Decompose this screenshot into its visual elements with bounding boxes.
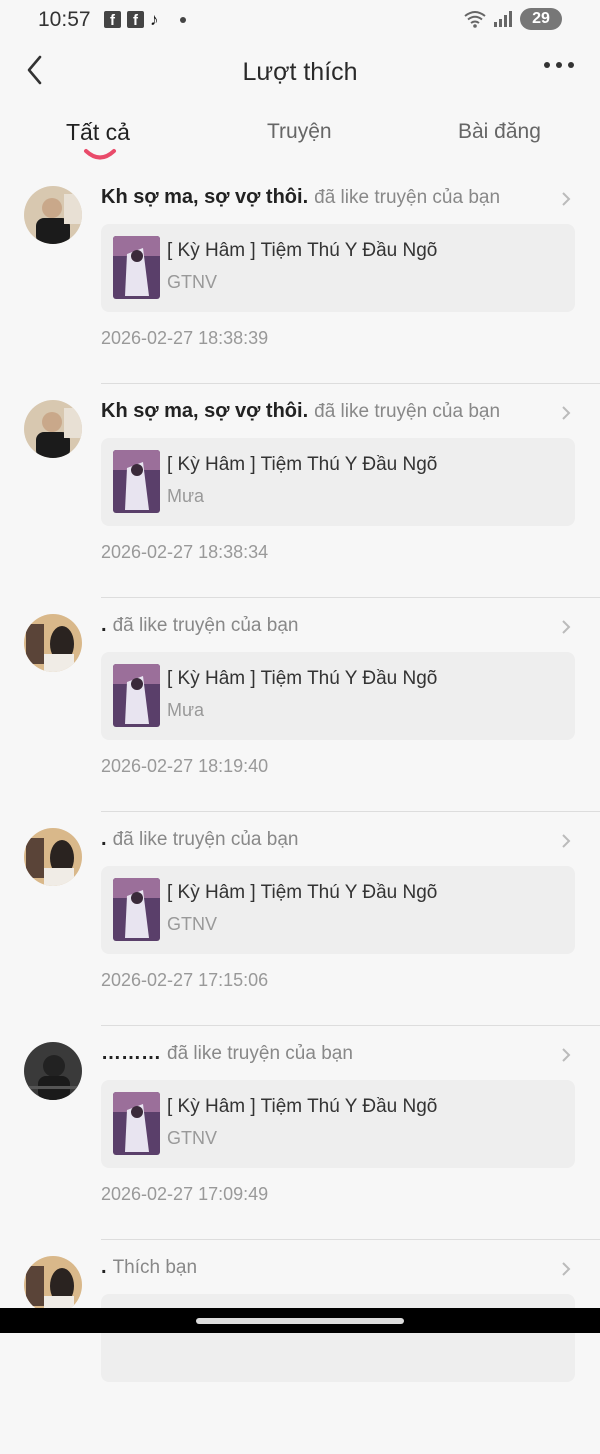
story-author: GTNV (167, 1128, 218, 1148)
tiktok-icon: ♪ (150, 10, 159, 29)
story-title: [ Kỳ Hâm ] Tiệm Thú Y Đầu Ngõ (167, 882, 438, 903)
avatar[interactable] (24, 614, 82, 672)
more-notifications-dot-icon (180, 16, 186, 23)
username[interactable]: . (101, 828, 107, 850)
action-text: đã like truyện của bạn (112, 829, 299, 850)
dot-icon (544, 62, 550, 68)
signal-icon (494, 11, 512, 27)
tab-stories[interactable]: Truyện (267, 120, 332, 144)
action-text: Thích bạn (112, 1257, 198, 1278)
notification-header: . đã like truyện của bạn (101, 614, 560, 637)
story-card[interactable]: [ Kỳ Hâm ] Tiệm Thú Y Đầu Ngõ GTNV (101, 224, 575, 312)
wifi-icon (464, 11, 486, 28)
dot-icon (556, 62, 562, 68)
username[interactable]: . (101, 614, 107, 636)
story-title: [ Kỳ Hâm ] Tiệm Thú Y Đầu Ngõ (167, 1096, 438, 1117)
system-icons: 29 (464, 8, 562, 30)
like-notification[interactable]: . Thích bạn (0, 1240, 600, 1454)
story-card[interactable]: [ Kỳ Hâm ] Tiệm Thú Y Đầu Ngõ Mưa (101, 438, 575, 526)
story-cover-image (113, 1092, 160, 1155)
like-notification[interactable]: Kh sợ ma, sợ vợ thôi. đã like truyện của … (0, 170, 600, 384)
action-text: đã like truyện của bạn (112, 615, 299, 636)
avatar[interactable] (24, 400, 82, 458)
story-card[interactable]: [ Kỳ Hâm ] Tiệm Thú Y Đầu Ngõ Mưa (101, 652, 575, 740)
notification-header: . Thích bạn (101, 1256, 560, 1279)
story-card[interactable]: [ Kỳ Hâm ] Tiệm Thú Y Đầu Ngõ GTNV (101, 1080, 575, 1168)
navigation-bar (0, 1308, 600, 1333)
like-notification[interactable]: . đã like truyện của bạn [ Kỳ Hâm ] Tiệm … (0, 812, 600, 1026)
timestamp: 2026-02-27 17:15:06 (101, 970, 269, 990)
story-cover-image (113, 664, 160, 727)
notification-header: ……… đã like truyện của bạn (101, 1042, 560, 1065)
header: Lượt thích (0, 40, 600, 104)
facebook-icon: f (127, 11, 144, 29)
notification-header: . đã like truyện của bạn (101, 828, 560, 851)
chevron-right-icon[interactable] (560, 190, 572, 208)
dot-icon (568, 62, 574, 68)
avatar[interactable] (24, 186, 82, 244)
facebook-icon: f (104, 11, 121, 29)
tab-posts[interactable]: Bài đăng (458, 120, 541, 144)
timestamp: 2026-02-27 18:38:39 (101, 328, 269, 348)
story-cover-image (113, 236, 160, 299)
notification-header: Kh sợ ma, sợ vợ thôi. đã like truyện của … (101, 400, 560, 423)
battery-icon: 29 (520, 8, 562, 30)
story-author: GTNV (167, 914, 218, 934)
action-text: đã like truyện của bạn (314, 187, 501, 208)
notification-icons: f f ♪ (104, 10, 186, 29)
tab-bar: Tất cả Truyện Bài đăng (0, 104, 600, 170)
avatar[interactable] (24, 1256, 82, 1314)
tab-all[interactable]: Tất cả (66, 119, 130, 146)
chevron-right-icon[interactable] (560, 404, 572, 422)
likes-list: Kh sợ ma, sợ vợ thôi. đã like truyện của … (0, 170, 600, 1454)
active-tab-indicator (84, 149, 116, 160)
avatar[interactable] (24, 828, 82, 886)
story-author: GTNV (167, 272, 218, 292)
notification-header: Kh sợ ma, sợ vợ thôi. đã like truyện của … (101, 186, 560, 209)
more-options-button[interactable] (544, 62, 574, 68)
timestamp: 2026-02-27 18:38:34 (101, 542, 269, 562)
action-text: đã like truyện của bạn (314, 401, 501, 422)
status-bar: 10:57 f f ♪ 29 (0, 0, 600, 40)
timestamp: 2026-02-27 17:09:49 (101, 1184, 269, 1204)
chevron-right-icon[interactable] (560, 832, 572, 850)
chevron-right-icon[interactable] (560, 1046, 572, 1064)
story-author: Mưa (167, 700, 205, 720)
chevron-right-icon[interactable] (560, 1260, 572, 1278)
username[interactable]: Kh sợ ma, sợ vợ thôi. (101, 400, 308, 422)
page-title: Lượt thích (242, 58, 358, 86)
username[interactable]: Kh sợ ma, sợ vợ thôi. (101, 186, 308, 208)
story-author: Mưa (167, 486, 205, 506)
like-notification[interactable]: ……… đã like truyện của bạn [ Kỳ Hâm ] Tiệ… (0, 1026, 600, 1240)
story-cover-image (113, 450, 160, 513)
status-time: 10:57 (38, 8, 91, 31)
chevron-right-icon[interactable] (560, 618, 572, 636)
avatar[interactable] (24, 1042, 82, 1100)
home-indicator[interactable] (196, 1318, 404, 1324)
timestamp: 2026-02-27 18:19:40 (101, 756, 269, 776)
like-notification[interactable]: Kh sợ ma, sợ vợ thôi. đã like truyện của … (0, 384, 600, 598)
story-title: [ Kỳ Hâm ] Tiệm Thú Y Đầu Ngõ (167, 240, 438, 261)
like-notification[interactable]: . đã like truyện của bạn [ Kỳ Hâm ] Tiệm … (0, 598, 600, 812)
username[interactable]: . (101, 1256, 107, 1278)
story-card[interactable]: [ Kỳ Hâm ] Tiệm Thú Y Đầu Ngõ GTNV (101, 866, 575, 954)
story-title: [ Kỳ Hâm ] Tiệm Thú Y Đầu Ngõ (167, 668, 438, 689)
username[interactable]: ……… (101, 1042, 161, 1064)
story-title: [ Kỳ Hâm ] Tiệm Thú Y Đầu Ngõ (167, 454, 438, 475)
story-cover-image (113, 878, 160, 941)
action-text: đã like truyện của bạn (167, 1043, 353, 1064)
